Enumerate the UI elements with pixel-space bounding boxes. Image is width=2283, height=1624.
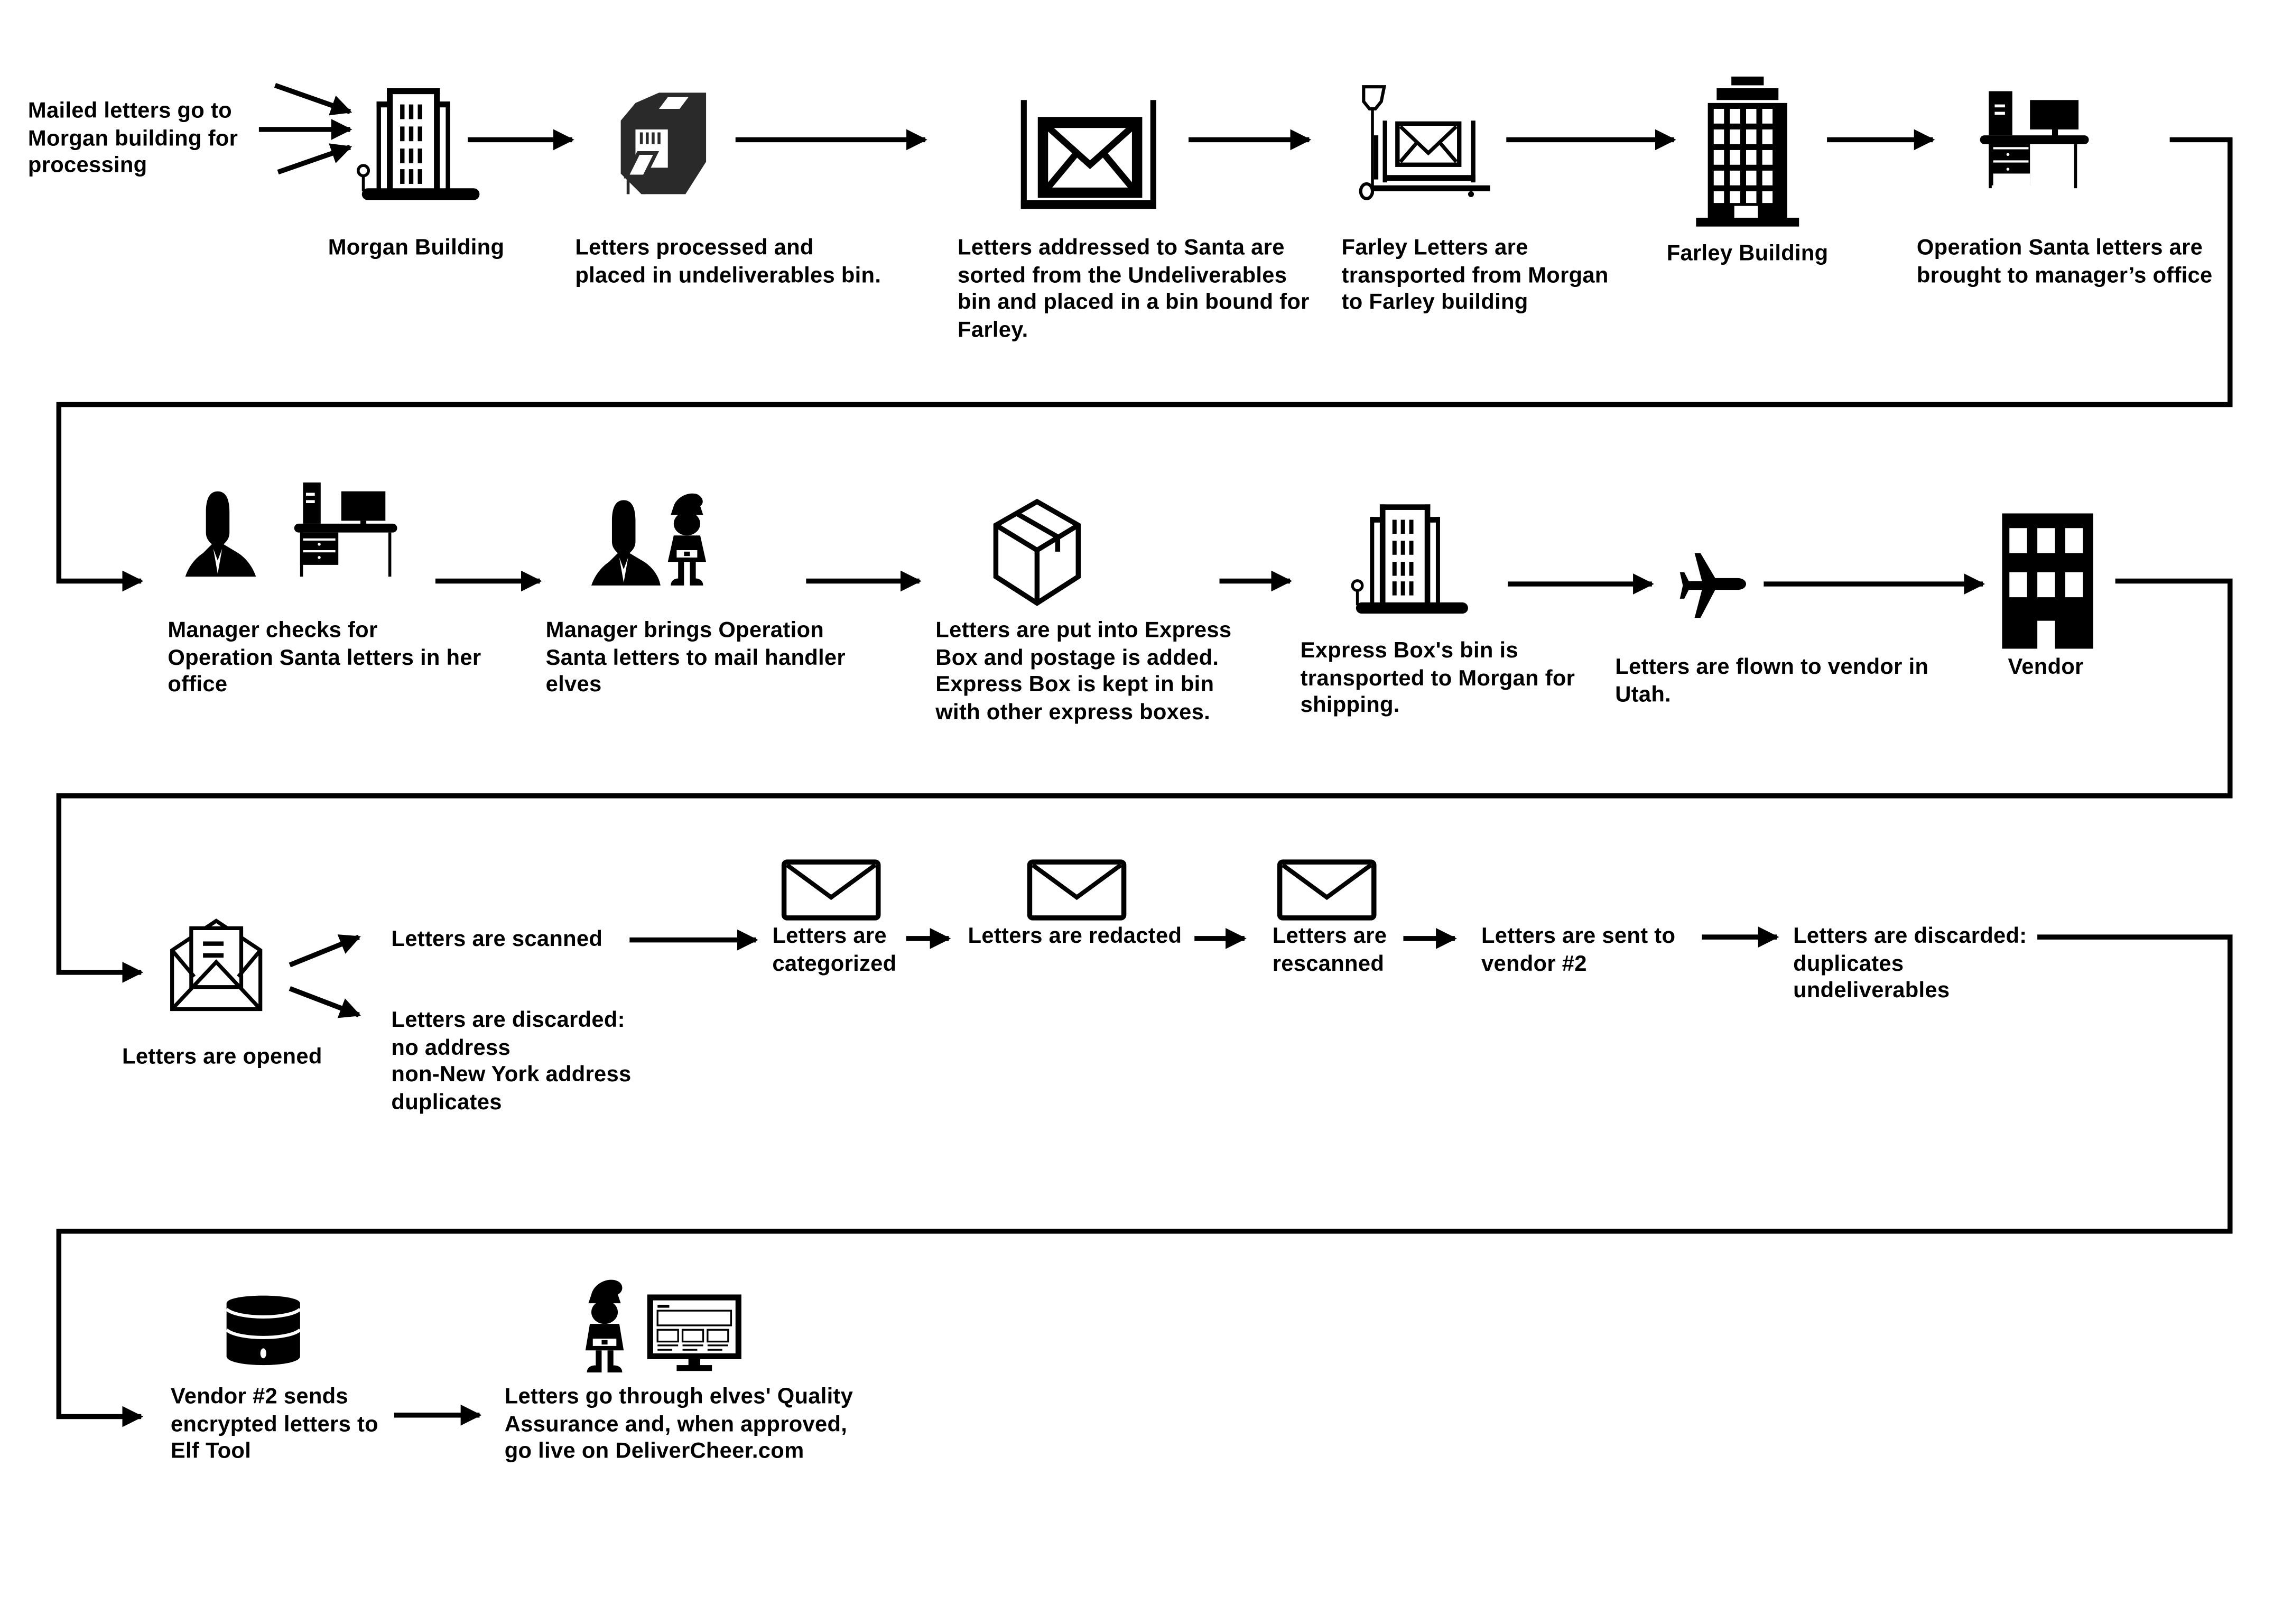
step-label-discarded-1: Letters are discarded: no address non-Ne… xyxy=(391,1007,632,1115)
step-label-sent-vendor-2: Letters are sent to vendor #2 xyxy=(1481,924,1676,976)
monitor-icon xyxy=(647,1294,741,1371)
step-label-farley-building: Farley Building xyxy=(1666,241,1829,266)
step-label-vendor: Vendor xyxy=(2008,654,2084,680)
open-envelope-letter-icon xyxy=(170,918,263,1011)
intake-arrow-bottom xyxy=(277,143,352,175)
office-building-icon xyxy=(1351,504,1468,614)
database-icon xyxy=(225,1295,301,1366)
step-label-encrypted-to-elf-tool: Vendor #2 sends encrypted letters to Elf… xyxy=(170,1384,378,1464)
step-label-processing: Letters processed and placed in undelive… xyxy=(575,235,881,288)
step-label-express-box: Letters are put into Express Box and pos… xyxy=(935,618,1232,725)
step-label-discarded-2: Letters are discarded: duplicates undeli… xyxy=(1793,924,2027,1004)
connector-row3-to-row4 xyxy=(56,934,2233,1427)
arrow-opened-to-discarded xyxy=(289,986,361,1018)
office-desk-computer-icon xyxy=(1980,91,2089,189)
pallet-jack-mail-icon xyxy=(1359,85,1490,200)
step-label-morgan-building: Morgan Building xyxy=(328,235,505,261)
manager-at-desk-icon xyxy=(185,482,397,577)
step-label-opened: Letters are opened xyxy=(122,1044,322,1070)
step-label-sorted-to-farley-bin: Letters addressed to Santa are sorted fr… xyxy=(958,235,1310,342)
step-label-manager-to-elves: Manager brings Operation Santa letters t… xyxy=(545,618,846,698)
step-label-quality-assurance: Letters go through elves' Quality Assura… xyxy=(504,1384,853,1464)
arrow-opened-to-scanned xyxy=(289,934,361,968)
mail-sorting-machine-icon xyxy=(620,92,707,194)
envelope-icon xyxy=(1277,859,1377,921)
envelope-icon xyxy=(1027,859,1127,921)
airplane-icon xyxy=(1679,553,1747,618)
step-label-redacted: Letters are redacted xyxy=(968,924,1182,949)
step-label-to-manager-office: Operation Santa letters are brought to m… xyxy=(1916,235,2213,288)
elf-icon xyxy=(585,1279,624,1373)
step-label-rescanned: Letters are rescanned xyxy=(1272,924,1387,976)
step-label-categorized: Letters are categorized xyxy=(772,924,897,976)
desk-computer-icon xyxy=(294,482,397,577)
step-label-intake: Mailed letters go to Morgan building for… xyxy=(27,98,238,178)
tall-building-icon xyxy=(1696,76,1799,227)
step-label-scanned: Letters are scanned xyxy=(391,926,603,952)
elf-icon xyxy=(667,493,707,586)
step-label-flown-to-utah: Letters are flown to vendor in Utah. xyxy=(1615,654,1929,707)
step-label-express-bin-to-morgan: Express Box's bin is transported to Morg… xyxy=(1300,638,1575,718)
mail-bin-icon xyxy=(1020,100,1156,209)
step-label-manager-checks: Manager checks for Operation Santa lette… xyxy=(168,618,481,698)
envelope-icon xyxy=(781,859,881,921)
office-building-icon xyxy=(356,88,480,200)
step-label-transport-to-farley: Farley Letters are transported from Morg… xyxy=(1341,235,1609,315)
manager-and-elf-icon xyxy=(591,493,707,586)
elf-with-monitor-icon xyxy=(585,1279,741,1373)
package-box-icon xyxy=(993,498,1081,606)
intake-arrow-top xyxy=(274,82,352,116)
flow-diagram: Mailed letters go to Morgan building for… xyxy=(0,0,2283,1624)
vendor-building-icon xyxy=(2002,513,2093,649)
manager-icon xyxy=(591,500,661,586)
manager-icon xyxy=(185,491,256,577)
